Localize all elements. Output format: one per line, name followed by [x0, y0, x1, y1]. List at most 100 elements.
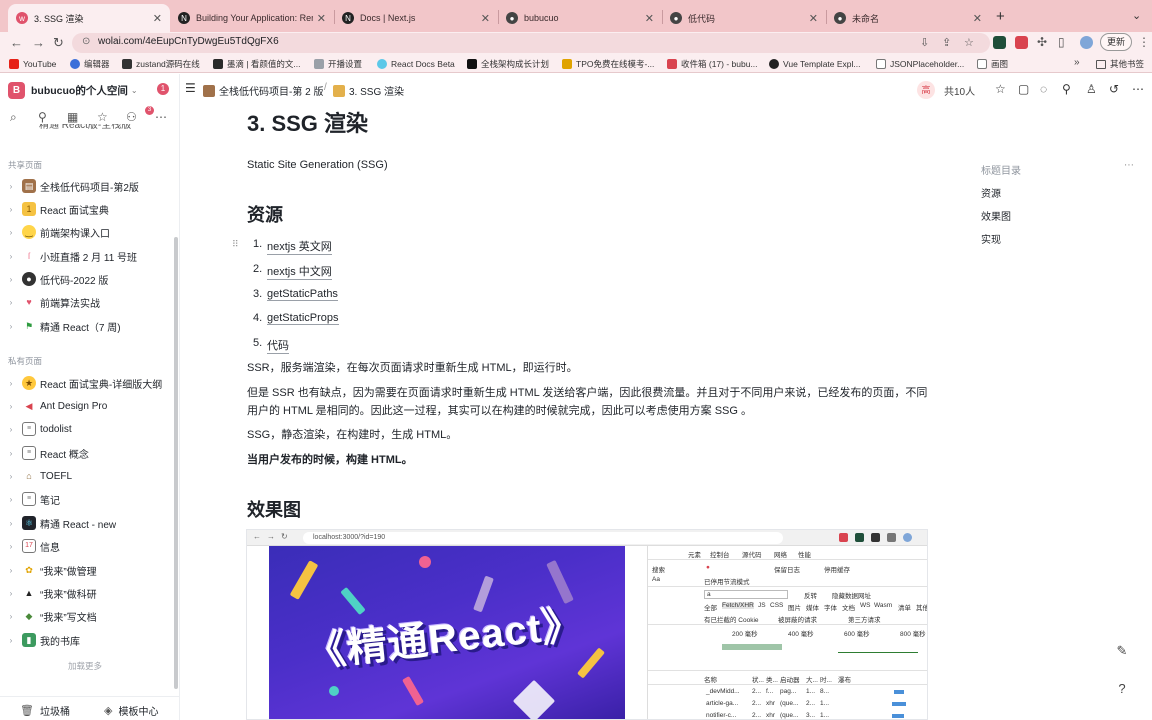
chevron-right-icon[interactable]: › [0, 472, 22, 481]
load-more-link[interactable]: 加载更多 [68, 660, 102, 672]
forward-icon[interactable]: → [32, 35, 45, 50]
chevron-right-icon[interactable]: › [0, 228, 22, 237]
menu-icon[interactable]: ☰ [185, 81, 196, 95]
chevron-right-icon[interactable]: › [0, 205, 22, 214]
sidebar-scrollbar[interactable] [174, 237, 178, 689]
share-icon[interactable]: ⚲ [38, 110, 47, 124]
download-icon[interactable]: ⇩ [920, 36, 929, 49]
sidebar-item-react-interview[interactable]: › 1 React 面试宝典 [0, 199, 172, 219]
chevron-right-icon[interactable]: › [0, 275, 22, 284]
sidebar-item-notes[interactable]: › ≡ 笔记 [0, 489, 172, 509]
sidebar-item-ant-design-pro[interactable]: › ◀ Ant Design Pro [0, 396, 172, 416]
star-icon[interactable]: ☆ [97, 110, 108, 124]
chevron-right-icon[interactable]: › [0, 379, 22, 388]
chevron-right-icon[interactable]: › [0, 298, 22, 307]
search-icon[interactable]: ⌕ [10, 110, 17, 125]
sidebar-item-cut[interactable]: 精通 React版-全栈版 [39, 124, 131, 132]
extension-icon[interactable] [1015, 36, 1028, 49]
close-icon[interactable]: ✕ [153, 12, 162, 25]
collaborators-count[interactable]: 共10人 [944, 83, 975, 98]
sidebar-item-algorithm[interactable]: › ♥ 前端算法实战 [0, 292, 172, 312]
browser-menu-icon[interactable]: ⋮ [1138, 35, 1150, 49]
bookmark-editor[interactable]: 编辑器 [70, 58, 110, 70]
more-icon[interactable]: ⋯ [1124, 160, 1134, 171]
comment-icon[interactable]: ▢ [1018, 82, 1029, 96]
resource-link[interactable]: 代码 [267, 337, 289, 354]
toc-item-implementation[interactable]: 实现 [981, 231, 1001, 246]
bookmark-tpo[interactable]: TPO免费在线模考-... [562, 58, 654, 70]
sidebar-item-todolist[interactable]: › ≡ todolist [0, 419, 172, 439]
close-icon[interactable]: ✕ [809, 12, 818, 25]
chevron-right-icon[interactable]: › [0, 612, 22, 621]
share-icon[interactable]: ⚲ [1062, 82, 1071, 96]
breadcrumb-current[interactable]: 3. SSG 渲染 [333, 83, 404, 98]
close-icon[interactable]: ✕ [481, 12, 490, 25]
sidebar-item-toefl[interactable]: › ⌂ TOEFL [0, 466, 172, 486]
bookmarks-overflow-icon[interactable]: » [1074, 57, 1080, 68]
sidebar-item-react-concept[interactable]: › ≡ React 概念 [0, 443, 172, 463]
bookmark-inbox[interactable]: 收件箱 (17) - bubu... [667, 58, 758, 70]
sidebar-item-management[interactable]: › ✿ “我来”做管理 [0, 560, 172, 580]
help-icon[interactable]: ? [1113, 681, 1131, 699]
resource-link[interactable]: nextjs 中文网 [267, 263, 332, 280]
avatar[interactable]: 高 [917, 81, 935, 99]
chevron-right-icon[interactable]: › [0, 182, 22, 191]
bookmark-mdnice[interactable]: 墨滴 | 看颜值的文... [213, 58, 301, 70]
toc-item-resources[interactable]: 资源 [981, 185, 1001, 200]
bookmark-jsonplaceholder[interactable]: JSONPlaceholder... [876, 58, 964, 70]
trash-button[interactable]: 🗑 垃圾桶 [20, 703, 70, 718]
more-icon[interactable]: ⋯ [155, 110, 167, 124]
back-icon[interactable]: ← [10, 35, 23, 50]
history-icon[interactable]: ↺ [1109, 82, 1119, 96]
chevron-right-icon[interactable]: › [0, 542, 22, 551]
update-button[interactable]: 更新 [1100, 33, 1132, 51]
chevron-right-icon[interactable]: › [0, 322, 22, 331]
chevron-right-icon[interactable]: › [0, 495, 22, 504]
bookmark-zustand[interactable]: zustand源码在线 [122, 58, 200, 70]
tab-bubucuo[interactable]: ● bubucuo ✕ [498, 4, 662, 32]
chevron-right-icon[interactable]: › [0, 252, 22, 261]
bookmark-vue-template[interactable]: Vue Template Expl... [769, 58, 861, 70]
tab-nextjs-docs[interactable]: N Docs | Next.js ✕ [334, 4, 498, 32]
bookmark-stream-settings[interactable]: 开播设置 [314, 58, 362, 70]
chat-icon[interactable]: ◌ [1040, 82, 1047, 96]
person-icon[interactable]: ♙ [1086, 82, 1097, 96]
resource-link[interactable]: getStaticProps [267, 312, 339, 325]
address-bar[interactable]: ⊙ wolai.com/4eEupCnTyDwgEu5TdQgFX6 ⇩ ⇪ ☆ [72, 33, 990, 53]
more-icon[interactable]: ⋯ [1132, 82, 1144, 96]
template-center-button[interactable]: ◈ 模板中心 [104, 703, 158, 718]
sidebar-item-frontend-arch[interactable]: › ‿ 前端架构课入口 [0, 222, 172, 242]
side-panel-icon[interactable]: ▯ [1058, 35, 1065, 49]
chevron-right-icon[interactable]: › [0, 402, 22, 411]
chevron-right-icon[interactable]: › [0, 425, 22, 434]
notification-badge[interactable]: 1 [157, 83, 169, 95]
chevron-right-icon[interactable]: › [0, 519, 22, 528]
site-info-icon[interactable]: ⊙ [82, 36, 90, 47]
bookmark-youtube[interactable]: YouTube [9, 58, 56, 70]
sidebar-item-master-react[interactable]: › ⚑ 精通 React（7 周) [0, 316, 172, 336]
reload-icon[interactable]: ↻ [53, 35, 64, 51]
sidebar-item-live-class[interactable]: › ſ 小班直播 2 月 11 号班 [0, 246, 172, 266]
profile-icon[interactable] [1080, 36, 1093, 49]
chevron-right-icon[interactable]: › [0, 589, 22, 598]
bookmark-fullstack[interactable]: 全栈架构成长计划 [467, 58, 549, 70]
sidebar-item-master-react-new[interactable]: › ⚛ 精通 React - new [0, 513, 172, 533]
sidebar-item-write-docs[interactable]: › ◆ “我来”写文档 [0, 606, 172, 626]
tab-untitled[interactable]: ● 未命名 ✕ [826, 4, 990, 32]
chevron-right-icon[interactable]: › [0, 449, 22, 458]
team-icon[interactable]: ⚇ [126, 110, 137, 124]
sidebar-item-lowcode-2022[interactable]: › ● 低代码-2022 版 [0, 269, 172, 289]
tab-lowcode[interactable]: ● 低代码 ✕ [662, 4, 826, 32]
sidebar-item-research[interactable]: › ▲ “我来”做科研 [0, 583, 172, 603]
close-icon[interactable]: ✕ [317, 12, 326, 25]
extensions-puzzle-icon[interactable]: ✣ [1037, 35, 1047, 49]
tab-ssg[interactable]: w 3. SSG 渲染 ✕ [8, 4, 170, 32]
star-icon[interactable]: ☆ [964, 36, 974, 49]
bookmark-react-docs[interactable]: React Docs Beta [377, 58, 455, 70]
breadcrumb-parent[interactable]: 全栈低代码项目-第 2 版 [203, 83, 323, 98]
drag-handle-icon[interactable]: ⠿ [232, 239, 239, 250]
edit-icon[interactable]: ✎ [1113, 643, 1131, 661]
star-icon[interactable]: ☆ [995, 82, 1006, 96]
new-tab-icon[interactable]: + [996, 8, 1005, 25]
extension-icon[interactable] [993, 36, 1006, 49]
